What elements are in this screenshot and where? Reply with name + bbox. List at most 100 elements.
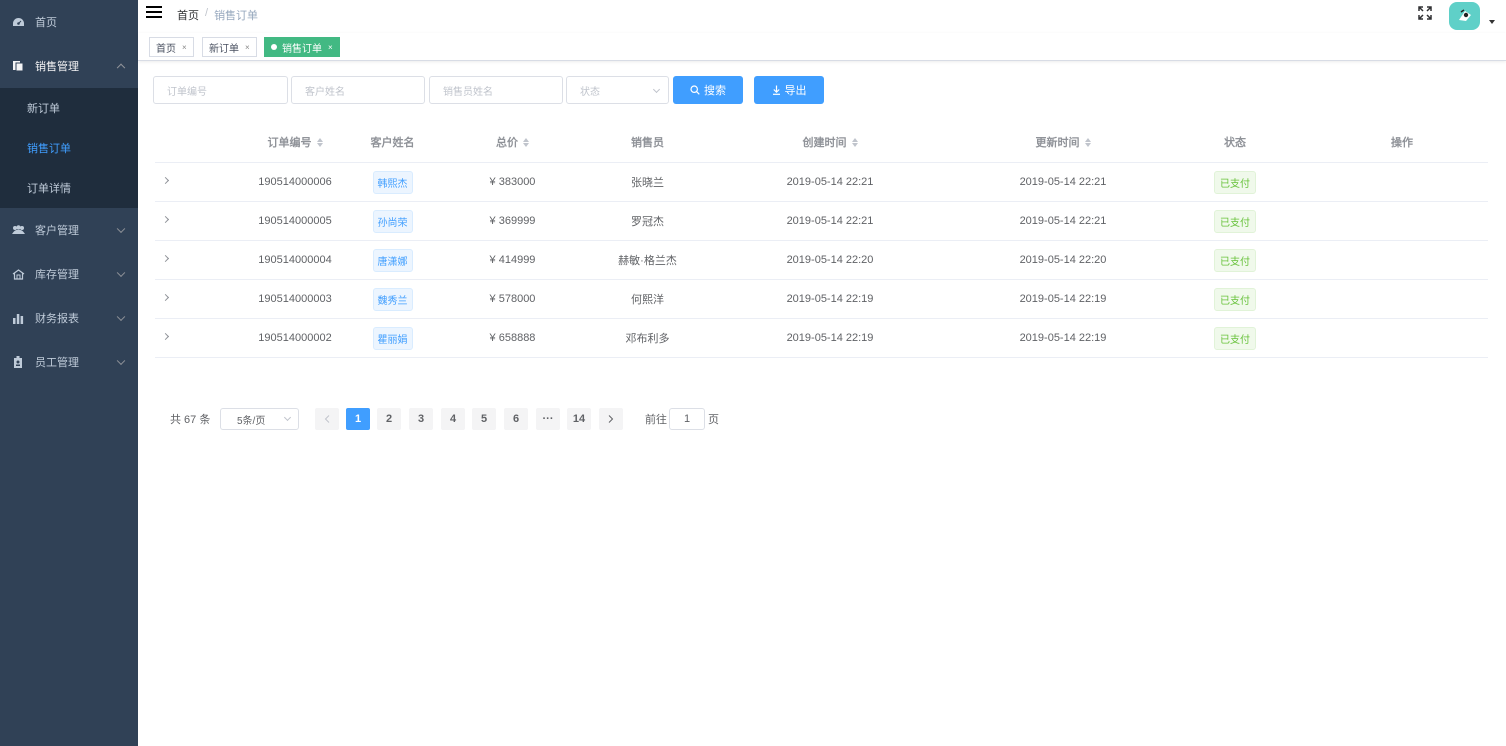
fullscreen-icon[interactable] [1418, 6, 1432, 20]
expand-row-icon[interactable] [161, 332, 170, 341]
tag-label: 首页 [156, 43, 176, 55]
page-size-select[interactable]: 5条/页 [220, 408, 299, 430]
goto-page-input[interactable]: 1 [669, 408, 705, 430]
menu-item-home[interactable]: 首页 [0, 0, 138, 44]
page-button[interactable]: 4 [441, 408, 465, 430]
table-body: 190514000006 韩熙杰 ¥ 383000 张晓兰 2019-05-14 22:… [155, 163, 1488, 358]
caret-down-icon[interactable] [1489, 20, 1495, 24]
cell-updated: 2019-05-14 22:21 [963, 163, 1163, 201]
cell-price: ¥ 414999 [465, 241, 560, 279]
cell-updated-text: 2019-05-14 22:21 [1019, 176, 1107, 188]
cell-created: 2019-05-14 22:19 [730, 280, 930, 318]
document-icon [11, 59, 25, 73]
customer-tag: 唐潇娜 [372, 248, 413, 272]
chevron-down-icon [652, 85, 661, 94]
tag-new-order[interactable]: 新订单 × [202, 37, 257, 57]
next-page-button[interactable] [599, 408, 623, 430]
sort-icon[interactable] [851, 137, 858, 147]
sort-icon[interactable] [1084, 137, 1091, 147]
menu-label-staff: 员工管理 [35, 357, 79, 369]
cell-updated: 2019-05-14 22:19 [963, 280, 1163, 318]
navbar: 首页 / 销售订单 [138, 0, 1506, 30]
cell-seller-text: 邓布利多 [625, 333, 670, 345]
breadcrumb-current: 销售订单 [214, 10, 259, 22]
avatar[interactable] [1449, 2, 1480, 30]
expand-row-icon[interactable] [161, 176, 170, 185]
breadcrumb-home[interactable]: 首页 [177, 7, 199, 23]
hamburger-icon[interactable] [146, 6, 162, 20]
seller-name-input[interactable]: 销售员姓名 [429, 76, 563, 104]
page-button[interactable]: 6 [504, 408, 528, 430]
cell-updated: 2019-05-14 22:19 [963, 319, 1163, 357]
order-no-input[interactable]: 订单编号 [153, 76, 288, 104]
prev-page-button[interactable] [315, 408, 339, 430]
expand-row-icon[interactable] [161, 215, 170, 224]
page-button[interactable]: 3 [409, 408, 433, 430]
sub-item-sales-order[interactable]: 销售订单 [0, 128, 138, 168]
cell-created-text: 2019-05-14 22:19 [786, 332, 874, 344]
customer-tag: 魏秀兰 [372, 287, 413, 311]
sub-item-new-order[interactable]: 新订单 [0, 88, 138, 128]
cell-status: 已支付 [1185, 163, 1285, 201]
active-dot-icon [271, 44, 277, 50]
page-suffix-label: 页 [708, 414, 719, 426]
menu-item-sales[interactable]: 销售管理 [0, 44, 138, 88]
cell-updated-text: 2019-05-14 22:20 [1019, 254, 1107, 266]
tag-sales-order[interactable]: 销售订单 × [264, 37, 340, 57]
expand-row-icon[interactable] [161, 293, 170, 302]
chevron-down-icon [283, 413, 292, 422]
cell-seller-text: 张晓兰 [631, 177, 664, 189]
sub-item-order-detail[interactable]: 订单详情 [0, 168, 138, 208]
search-icon [690, 85, 700, 95]
cell-price: ¥ 383000 [465, 163, 560, 201]
cell-actions [1352, 241, 1452, 279]
customer-name-input[interactable]: 客户姓名 [291, 76, 425, 104]
cell-customer: 瞿丽娟 [340, 319, 445, 357]
cell-customer: 孙尚荣 [340, 202, 445, 240]
menu-label-customers: 客户管理 [35, 225, 79, 237]
page-button[interactable]: 14 [567, 408, 591, 430]
cell-created: 2019-05-14 22:21 [730, 163, 930, 201]
close-icon[interactable]: × [182, 43, 187, 52]
cell-price: ¥ 658888 [465, 319, 560, 357]
cell-order-no-text: 190514000005 [258, 215, 332, 227]
tags-view: 首页 × 新订单 × 销售订单 × [138, 33, 1506, 61]
cell-seller-text: 何熙洋 [631, 294, 664, 306]
page-button[interactable]: 1 [346, 408, 370, 430]
cell-order-no-text: 190514000002 [258, 332, 332, 344]
export-button[interactable]: 导出 [754, 76, 824, 104]
tag-home[interactable]: 首页 × [149, 37, 194, 57]
menu-item-customers[interactable]: 客户管理 [0, 208, 138, 252]
cell-customer: 韩熙杰 [340, 163, 445, 201]
expand-row-icon[interactable] [161, 254, 170, 263]
sales-submenu: 新订单 销售订单 订单详情 [0, 88, 138, 208]
menu-item-staff[interactable]: 员工管理 [0, 340, 138, 384]
sort-icon[interactable] [316, 137, 323, 147]
cell-created-text: 2019-05-14 22:20 [786, 254, 874, 266]
menu-item-finance[interactable]: 财务报表 [0, 296, 138, 340]
close-icon[interactable]: × [328, 43, 333, 52]
menu-item-inventory[interactable]: 库存管理 [0, 252, 138, 296]
chevron-down-icon [116, 356, 126, 366]
sort-icon[interactable] [523, 137, 529, 147]
search-button[interactable]: 搜索 [673, 76, 743, 104]
search-button-label: 搜索 [704, 85, 726, 97]
sidebar: 首页 销售管理 新订单 销售订单 订单详情 客户管理 库存管理 财务报表 员工管… [0, 0, 138, 746]
cell-actions [1352, 202, 1452, 240]
cell-customer: 魏秀兰 [340, 280, 445, 318]
close-icon[interactable]: × [245, 43, 250, 52]
th-status: 状态 [1224, 137, 1246, 149]
page-ellipsis-button[interactable]: ··· [536, 408, 560, 430]
status-select[interactable]: 状态 [566, 76, 669, 104]
page-button[interactable]: 5 [472, 408, 496, 430]
tag-label: 销售订单 [282, 43, 322, 55]
th-created[interactable]: 创建时间 [730, 121, 930, 163]
breadcrumb: 首页 / 销售订单 [177, 7, 258, 23]
th-price[interactable]: 总价 [465, 121, 560, 163]
cell-order-no-text: 190514000003 [258, 293, 332, 305]
page-button[interactable]: 2 [377, 408, 401, 430]
chevron-left-icon [324, 415, 330, 423]
download-icon [772, 85, 780, 95]
menu-label-home: 首页 [35, 17, 57, 29]
th-updated[interactable]: 更新时间 [963, 121, 1163, 163]
